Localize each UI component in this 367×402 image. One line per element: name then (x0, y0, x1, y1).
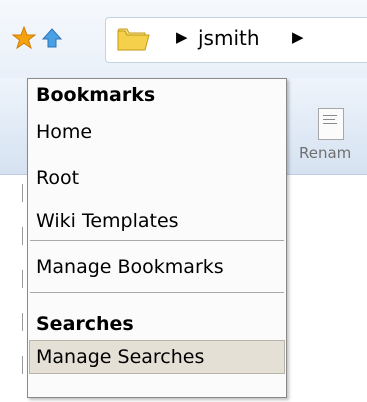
list-stub (22, 227, 26, 245)
up-arrow-icon[interactable] (41, 27, 63, 49)
manage-bookmarks-item[interactable]: Manage Bookmarks (29, 250, 285, 284)
list-stub (22, 270, 26, 288)
folder-icon[interactable] (117, 26, 151, 52)
list-stub (22, 356, 26, 374)
list-stub (22, 184, 26, 202)
bookmark-item-wiki-templates[interactable]: Wiki Templates (29, 204, 285, 238)
document-icon[interactable] (318, 108, 344, 140)
list-stub (22, 313, 26, 331)
star-icon[interactable] (12, 26, 36, 50)
bookmarks-heading: Bookmarks (36, 84, 156, 106)
menu-divider (30, 292, 284, 293)
searches-heading: Searches (36, 313, 134, 335)
path-segment-user[interactable]: jsmith (198, 26, 260, 50)
rename-button-label[interactable]: Renam (299, 144, 351, 162)
bookmark-item-home[interactable]: Home (29, 115, 285, 149)
chevron-right-icon[interactable]: ▶ (176, 28, 188, 46)
manage-searches-item[interactable]: Manage Searches (29, 340, 285, 374)
chevron-right-icon[interactable]: ▶ (292, 28, 304, 46)
bookmark-item-root[interactable]: Root (29, 161, 285, 195)
menu-divider (30, 240, 284, 241)
